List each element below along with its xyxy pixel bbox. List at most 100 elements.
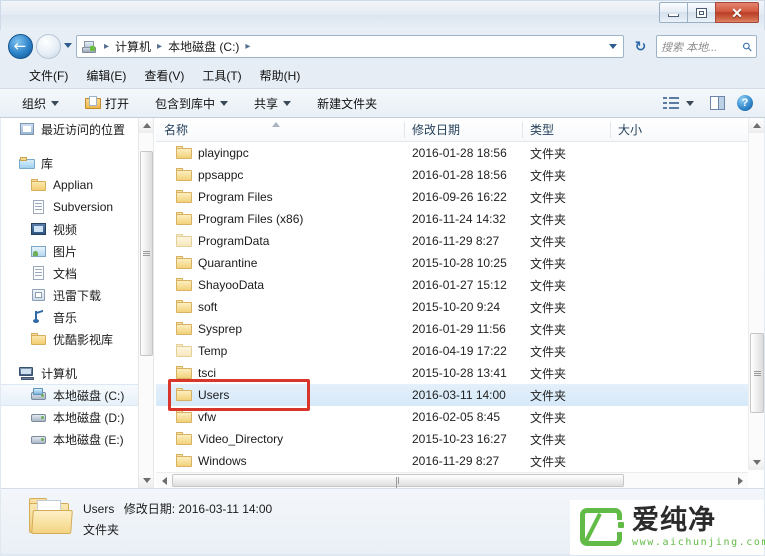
table-row[interactable]: Sysprep 2016-01-29 11:56 文件夹 [156,318,764,340]
menu-tools[interactable]: 工具(T) [193,65,250,86]
table-row[interactable]: Program Files 2016-09-26 16:22 文件夹 [156,186,764,208]
file-list-pane[interactable]: 名称 修改日期 类型 大小 playingpc 2016-01-28 18:56 文… [156,118,764,488]
open-button[interactable]: 打开 [85,95,129,112]
search-input[interactable]: 搜索 本地... ⚲ [656,35,757,58]
file-name-cell: Video_Directory [156,432,404,446]
minimize-button[interactable] [659,2,687,23]
table-row[interactable]: Users 2016-03-11 14:00 文件夹 [156,384,764,406]
sidebar-item-computer[interactable]: 计算机 [1,362,153,384]
scroll-left-button[interactable] [156,473,172,488]
sidebar-item-pictures[interactable]: 图片 [1,240,153,262]
table-row[interactable]: vfw 2016-02-05 8:45 文件夹 [156,406,764,428]
folder-icon [176,300,192,314]
table-row[interactable]: ShayooData 2016-01-27 15:12 文件夹 [156,274,764,296]
column-header-type[interactable]: 类型 [522,118,610,142]
folder-icon [176,388,192,402]
breadcrumb-computer[interactable]: 计算机 [113,38,153,55]
sidebar-item-libraries[interactable]: 库 [1,152,153,174]
sidebar-item-local-disk-e[interactable]: 本地磁盘 (E:) [1,428,153,450]
sidebar-scrollbar[interactable] [138,118,153,488]
folder-icon [176,322,192,336]
refresh-button[interactable]: ↻ [629,35,652,58]
file-name-cell: Users [156,388,404,402]
new-folder-label: 新建文件夹 [317,96,378,111]
file-list-vertical-scrollbar[interactable] [748,118,764,470]
scroll-right-button[interactable] [732,473,748,488]
help-icon[interactable]: ? [737,95,753,111]
file-name-cell: ppsappc [156,168,404,182]
sidebar-scroll-down-button[interactable] [139,473,153,488]
back-button[interactable]: ← [8,34,33,59]
folder-icon [176,344,192,358]
sidebar-item-youku-library[interactable]: 优酷影视库 [1,328,153,350]
table-row[interactable]: soft 2015-10-20 9:24 文件夹 [156,296,764,318]
preview-pane-icon[interactable] [710,96,725,110]
table-row[interactable]: Windows 2016-11-29 8:27 文件夹 [156,450,764,472]
change-view-icon[interactable] [663,96,679,110]
table-row[interactable]: Video_Directory 2015-10-23 16:27 文件夹 [156,428,764,450]
sidebar-item-label: 迅雷下载 [53,288,102,303]
table-row[interactable]: Quarantine 2015-10-28 10:25 文件夹 [156,252,764,274]
window-controls: ✕ [659,2,759,24]
close-button[interactable]: ✕ [715,2,759,23]
column-header-name[interactable]: 名称 [156,118,404,142]
menu-file[interactable]: 文件(F) [20,65,77,86]
file-name-label: Windows [198,454,247,468]
table-row[interactable]: ProgramData 2016-11-29 8:27 文件夹 [156,230,764,252]
title-bar: ✕ [0,0,765,30]
file-list-horizontal-scrollbar[interactable] [156,472,748,488]
sidebar-item-local-disk-d[interactable]: 本地磁盘 (D:) [1,406,153,428]
table-row[interactable]: Temp 2016-04-19 17:22 文件夹 [156,340,764,362]
sidebar-item-label: 计算机 [41,366,78,381]
organize-button[interactable]: 组织 [22,95,60,112]
file-name-label: Video_Directory [198,432,284,446]
file-name-label: Program Files [198,190,273,204]
maximize-button[interactable] [687,2,715,23]
folder-icon [176,410,192,424]
table-row[interactable]: playingpc 2016-01-28 18:56 文件夹 [156,142,764,164]
table-row[interactable]: ppsappc 2016-01-28 18:56 文件夹 [156,164,764,186]
table-row[interactable]: tsci 2015-10-28 13:41 文件夹 [156,362,764,384]
sidebar-scroll-thumb[interactable] [140,151,153,356]
menu-edit[interactable]: 编辑(E) [77,65,135,86]
file-name-cell: ShayooData [156,278,404,292]
sidebar-item-recent-places[interactable]: 最近访问的位置 [1,118,153,140]
scroll-up-button[interactable] [749,118,764,133]
forward-button[interactable] [36,34,61,59]
share-button[interactable]: 共享 [254,95,292,112]
column-header-date-modified[interactable]: 修改日期 [404,118,522,142]
chevron-down-icon[interactable] [686,100,694,106]
scroll-down-button[interactable] [749,455,764,470]
file-name-label: Quarantine [198,256,258,270]
watermark-text: 爱纯净 www.aichunjing.com [632,506,765,548]
organize-label: 组织 [22,96,47,111]
menu-help[interactable]: 帮助(H) [251,65,310,86]
column-header-size[interactable]: 大小 [610,118,690,142]
breadcrumb-local-disk-c[interactable]: 本地磁盘 (C:) [166,38,241,55]
file-list-scroll-thumb[interactable] [750,333,764,413]
include-in-library-button[interactable]: 包含到库中 [155,95,229,112]
address-bar[interactable]: ▸ 计算机 ▸ 本地磁盘 (C:) ▸ [76,35,624,58]
file-name-cell: Quarantine [156,256,404,270]
sidebar-item-local-disk-c[interactable]: 本地磁盘 (C:) [1,384,153,406]
file-type-cell: 文件夹 [530,168,567,183]
sidebar-item-thunder-downloads[interactable]: 迅雷下载 [1,284,153,306]
table-row[interactable]: Program Files (x86) 2016-11-24 14:32 文件夹 [156,208,764,230]
sidebar-item-videos[interactable]: 视频 [1,218,153,240]
address-dropdown-icon[interactable] [609,44,617,49]
sidebar-item-documents[interactable]: 文档 [1,262,153,284]
sidebar-item-applian[interactable]: Applian [1,174,153,196]
sidebar-scroll-up-button[interactable] [139,118,153,133]
horizontal-scroll-thumb[interactable] [172,474,624,488]
menu-view[interactable]: 查看(V) [135,65,193,86]
file-type-cell: 文件夹 [530,322,567,337]
sidebar-item-music[interactable]: 音乐 [1,306,153,328]
downloads-icon [31,288,48,303]
sidebar-item-subversion[interactable]: Subversion [1,196,153,218]
file-name-label: ShayooData [198,278,265,292]
navigation-pane[interactable]: 最近访问的位置 库 Applian Subversion 视频 图片 文档 迅雷… [1,118,153,488]
recent-locations-dropdown-icon[interactable] [64,43,72,48]
sidebar-item-label: 本地磁盘 (D:) [53,410,125,425]
new-folder-button[interactable]: 新建文件夹 [317,95,377,112]
